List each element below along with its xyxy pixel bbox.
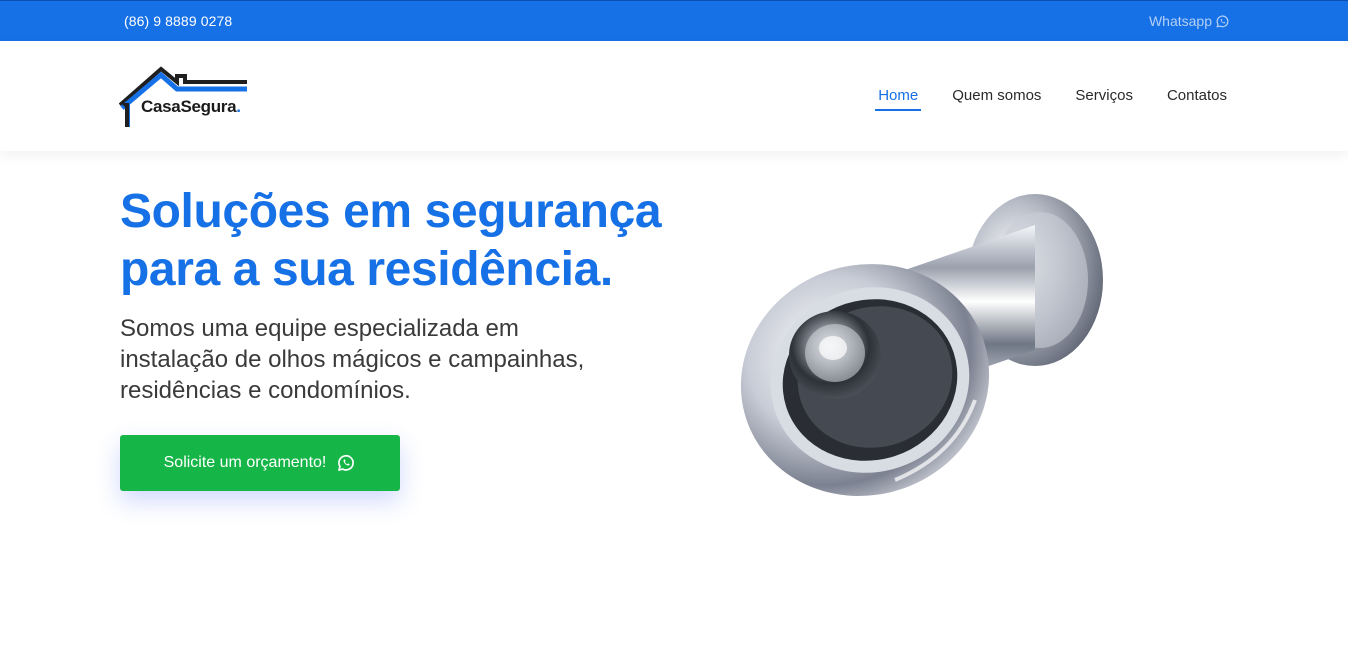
nav-item-contatos[interactable]: Contatos	[1167, 87, 1227, 111]
top-bar: (86) 9 8889 0278 Whatsapp	[0, 0, 1348, 41]
hero-subtitle-line-2: instalação de olhos mágicos e campainhas…	[120, 346, 585, 373]
logo-text: CasaSegura.	[141, 97, 241, 117]
hero-title-line-1: Soluções em segurança	[120, 185, 662, 238]
phone-number: (86) 9 8889 0278	[124, 13, 233, 29]
logo-name: CasaSegura	[141, 97, 237, 116]
hero-title-line-2: para a sua residência.	[120, 243, 613, 296]
hero-subtitle: Somos uma equipe especializada em instal…	[120, 313, 680, 406]
whatsapp-link-label: Whatsapp	[1148, 13, 1212, 29]
whatsapp-icon	[338, 454, 355, 471]
logo[interactable]: CasaSegura.	[119, 65, 249, 129]
request-quote-button[interactable]: Solicite um orçamento!	[120, 435, 400, 491]
nav-item-home[interactable]: Home	[875, 87, 922, 111]
hero-subtitle-line-1: Somos uma equipe especializada em	[120, 315, 519, 342]
hero-title: Soluções em segurança para a sua residên…	[120, 183, 680, 299]
logo-dot: .	[236, 97, 241, 116]
main-nav: Home Quem somos Serviços Contatos	[875, 87, 1227, 111]
whatsapp-link[interactable]: Whatsapp	[1149, 13, 1230, 29]
hero-subtitle-line-3: residências e condomínios.	[120, 377, 411, 404]
site-header: CasaSegura. Home Quem somos Serviços Con…	[0, 41, 1348, 151]
request-quote-label: Solicite um orçamento!	[163, 454, 327, 471]
nav-item-quem-somos[interactable]: Quem somos	[952, 87, 1041, 111]
nav-item-servicos[interactable]: Serviços	[1075, 87, 1133, 111]
whatsapp-icon	[1216, 14, 1229, 27]
door-viewer-image	[740, 194, 1103, 496]
